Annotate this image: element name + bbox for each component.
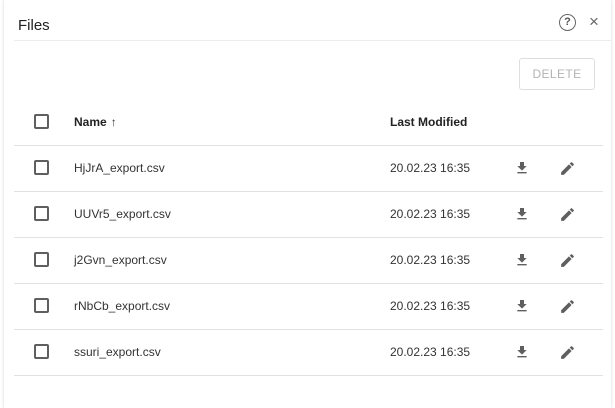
download-icon[interactable] [514, 206, 530, 222]
last-modified: 20.02.23 16:35 [390, 253, 471, 267]
last-modified: 20.02.23 16:35 [390, 299, 471, 313]
table-row[interactable]: UUVr5_export.csv 20.02.23 16:35 [14, 192, 603, 238]
column-header-name-label: Name [74, 115, 107, 129]
last-modified: 20.02.23 16:35 [390, 207, 471, 221]
file-name: rNbCb_export.csv [74, 299, 171, 313]
close-icon[interactable]: × [589, 13, 599, 31]
download-icon[interactable] [514, 344, 530, 360]
dialog-title: Files [18, 17, 50, 34]
file-name: ssuri_export.csv [74, 345, 161, 359]
table-body: HjJrA_export.csv 20.02.23 16:35 UUVr5_expo… [14, 146, 603, 376]
last-modified: 20.02.23 16:35 [390, 345, 471, 359]
arrow-up-icon: ↑ [110, 115, 117, 129]
table-row[interactable]: j2Gvn_export.csv 20.02.23 16:35 [14, 238, 603, 284]
edit-pencil-icon[interactable] [559, 206, 576, 223]
table-header: Name ↑ Last Modified [14, 100, 603, 146]
last-modified: 20.02.23 16:35 [390, 161, 471, 175]
file-name: HjJrA_export.csv [74, 161, 165, 175]
edit-pencil-icon[interactable] [559, 298, 576, 315]
edit-pencil-icon[interactable] [559, 160, 576, 177]
table-row[interactable]: HjJrA_export.csv 20.02.23 16:35 [14, 146, 603, 192]
row-checkbox[interactable] [34, 298, 49, 313]
download-icon[interactable] [514, 160, 530, 176]
help-icon[interactable]: ? [559, 14, 576, 31]
edit-pencil-icon[interactable] [559, 252, 576, 269]
download-icon[interactable] [514, 252, 530, 268]
delete-button[interactable]: DELETE [519, 58, 595, 90]
table-row[interactable]: ssuri_export.csv 20.02.23 16:35 [14, 330, 603, 376]
files-dialog: Files ? × DELETE Name ↑ Last Modified HjJ… [4, 0, 611, 408]
column-header-name[interactable]: Name ↑ [74, 115, 117, 129]
row-checkbox[interactable] [34, 252, 49, 267]
edit-pencil-icon[interactable] [559, 344, 576, 361]
files-table: Name ↑ Last Modified HjJrA_export.csv 20.0… [14, 100, 603, 376]
row-checkbox[interactable] [34, 160, 49, 175]
select-all-checkbox[interactable] [34, 114, 49, 129]
table-row[interactable]: rNbCb_export.csv 20.02.23 16:35 [14, 284, 603, 330]
column-header-last-modified[interactable]: Last Modified [390, 115, 467, 129]
download-icon[interactable] [514, 298, 530, 314]
row-checkbox[interactable] [34, 344, 49, 359]
file-name: UUVr5_export.csv [74, 207, 171, 221]
row-checkbox[interactable] [34, 206, 49, 221]
header-divider [14, 40, 611, 41]
file-name: j2Gvn_export.csv [74, 253, 167, 267]
